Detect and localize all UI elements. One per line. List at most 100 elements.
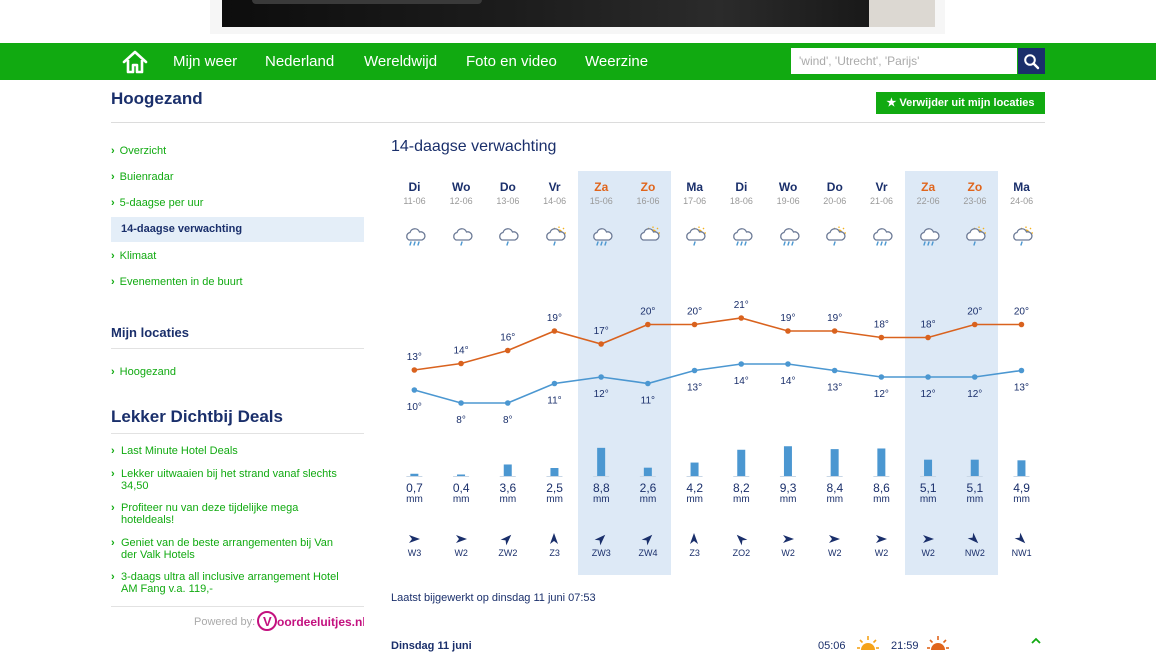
rain-amount: 2,5 (546, 481, 563, 495)
max-temp-label: 18° (920, 320, 935, 331)
min-temp-point (411, 387, 418, 393)
min-temp-point (738, 361, 745, 367)
sun-rain-icon (1010, 226, 1034, 248)
min-temp-point (551, 380, 558, 387)
remove-location-button[interactable]: ★ Verwijder uit mijn locaties (876, 92, 1045, 114)
sidebar-item-label: Buienradar (119, 171, 174, 183)
max-temp-point (1018, 321, 1025, 328)
max-temp-label: 20° (687, 307, 702, 318)
sidebar-item-5-daagse[interactable]: › 5-daagse per uur (111, 197, 203, 209)
day-date: 17-06 (683, 196, 707, 206)
chevron-right-icon: › (111, 366, 115, 378)
max-temp-point (504, 347, 511, 354)
chevron-up-icon[interactable] (1030, 634, 1042, 646)
rain-amount: 5,1 (966, 481, 984, 495)
sidebar-item-label: Klimaat (119, 250, 157, 262)
sunset-icon (926, 634, 950, 654)
rain-unit: mm (873, 494, 890, 505)
rain-unit: mm (592, 494, 610, 505)
nav-wereldwijd[interactable]: Wereldwijd (364, 43, 437, 80)
deal-label: Geniet van de beste arrangementen bij Va… (121, 537, 333, 561)
day-name: Do (826, 180, 843, 194)
temperature-chart: 13° 10° 14° 8° 16° 8° 19° 11° 17° 12° 20° 11° 20° 13°… (406, 300, 1030, 477)
max-temp-label: 20° (640, 307, 655, 318)
rain-amount: 5,1 (919, 481, 937, 495)
nav-foto-en-video[interactable]: Foto en video (466, 43, 557, 80)
chevron-right-icon: › (111, 537, 115, 549)
deal-link[interactable]: › 3-daags ultra all inclusive arrangement… (111, 571, 351, 595)
sunset-time: 21:59 (891, 640, 919, 652)
max-temp-label: 20° (1014, 307, 1029, 318)
day-name: Di (735, 180, 748, 194)
sun-cloud-icon (637, 226, 661, 248)
day-date: 18-06 (729, 196, 753, 206)
day-name: Vr (548, 180, 561, 194)
min-temp-label: 12° (594, 389, 609, 400)
sidebar-item-label: 5-daagse per uur (119, 197, 204, 209)
divider (111, 348, 364, 349)
max-temp-point (458, 360, 464, 367)
home-icon[interactable] (120, 47, 150, 77)
rain-icon (730, 226, 754, 248)
wind-label: W2 (781, 548, 795, 558)
min-temp-point (598, 374, 604, 380)
sidebar-item-label: Evenementen in de buurt (119, 276, 243, 288)
wind-label: NW1 (1011, 548, 1032, 558)
divider (111, 433, 364, 434)
rain-amount: 0,7 (406, 481, 423, 495)
deal-link[interactable]: › Lekker uitwaaien bij het strand vanaf s… (111, 468, 351, 492)
light-rain-icon (450, 226, 474, 248)
rain-unit: mm (546, 494, 563, 505)
my-location-hoogezand[interactable]: › Hoogezand (111, 366, 176, 378)
rain-bar (550, 468, 559, 476)
rain-amount: 0,4 (452, 481, 470, 495)
rain-unit: mm (686, 494, 704, 505)
sidebar-item-buienradar[interactable]: › Buienradar (111, 171, 174, 183)
max-temp-point (598, 341, 604, 347)
deal-link[interactable]: › Last Minute Hotel Deals (111, 445, 351, 457)
min-temp-point (1018, 367, 1025, 374)
day-name: Wo (778, 180, 798, 194)
deal-link[interactable]: › Profiteer nu van deze tijdelijke mega h… (111, 502, 351, 526)
sidebar-item-evenementen[interactable]: › Evenementen in de buurt (111, 276, 243, 288)
rain-amount: 4,2 (686, 481, 704, 495)
min-temp-label: 14° (734, 376, 749, 387)
rain-unit: mm (639, 494, 657, 505)
day-name: Vr (875, 180, 888, 194)
rain-icon (917, 226, 941, 248)
max-temp-label: 13° (407, 352, 422, 363)
search-input[interactable] (791, 48, 1017, 74)
wind-label: Z3 (549, 548, 560, 558)
rain-unit: mm (966, 494, 984, 505)
day-date: 16-06 (636, 196, 660, 206)
sidebar-item-label: Overzicht (119, 145, 167, 157)
min-temp-label: 12° (920, 389, 935, 400)
rain-bar (690, 462, 699, 476)
sidebar-item-overzicht[interactable]: › Overzicht (111, 145, 166, 157)
rain-bar (410, 473, 419, 476)
nav-mijn-weer[interactable]: Mijn weer (173, 43, 237, 80)
search-button[interactable] (1018, 48, 1045, 74)
wind-arrow-icon (966, 532, 982, 546)
nav-nederland[interactable]: Nederland (265, 43, 334, 80)
wind-label: W2 (828, 548, 842, 558)
chevron-right-icon: › (111, 171, 115, 183)
day-detail-heading[interactable]: Dinsdag 11 juni (391, 640, 472, 652)
day-date: 20-06 (823, 196, 847, 206)
advertisement-banner[interactable] (210, 0, 945, 34)
sidebar-item-klimaat[interactable]: › Klimaat (111, 250, 156, 262)
voordeeluitjes-logo[interactable]: V oordeeluitjes.nl (257, 610, 366, 632)
deal-link[interactable]: › Geniet van de beste arrangementen bij V… (111, 537, 351, 561)
nav-weerzine[interactable]: Weerzine (585, 43, 648, 80)
max-temp-label: 18° (874, 320, 889, 331)
day-date: 13-06 (496, 196, 520, 206)
wind-label: ZO2 (732, 548, 751, 558)
deal-label: Last Minute Hotel Deals (121, 445, 238, 457)
rain-unit: mm (406, 494, 423, 505)
rain-icon (590, 226, 614, 248)
wind-label: ZW4 (638, 548, 658, 558)
svg-text:V: V (263, 614, 272, 629)
sidebar-item-14-daagse[interactable]: 14-daagse verwachting (121, 223, 242, 235)
max-temp-point (691, 321, 698, 328)
banner-image (222, 0, 934, 27)
